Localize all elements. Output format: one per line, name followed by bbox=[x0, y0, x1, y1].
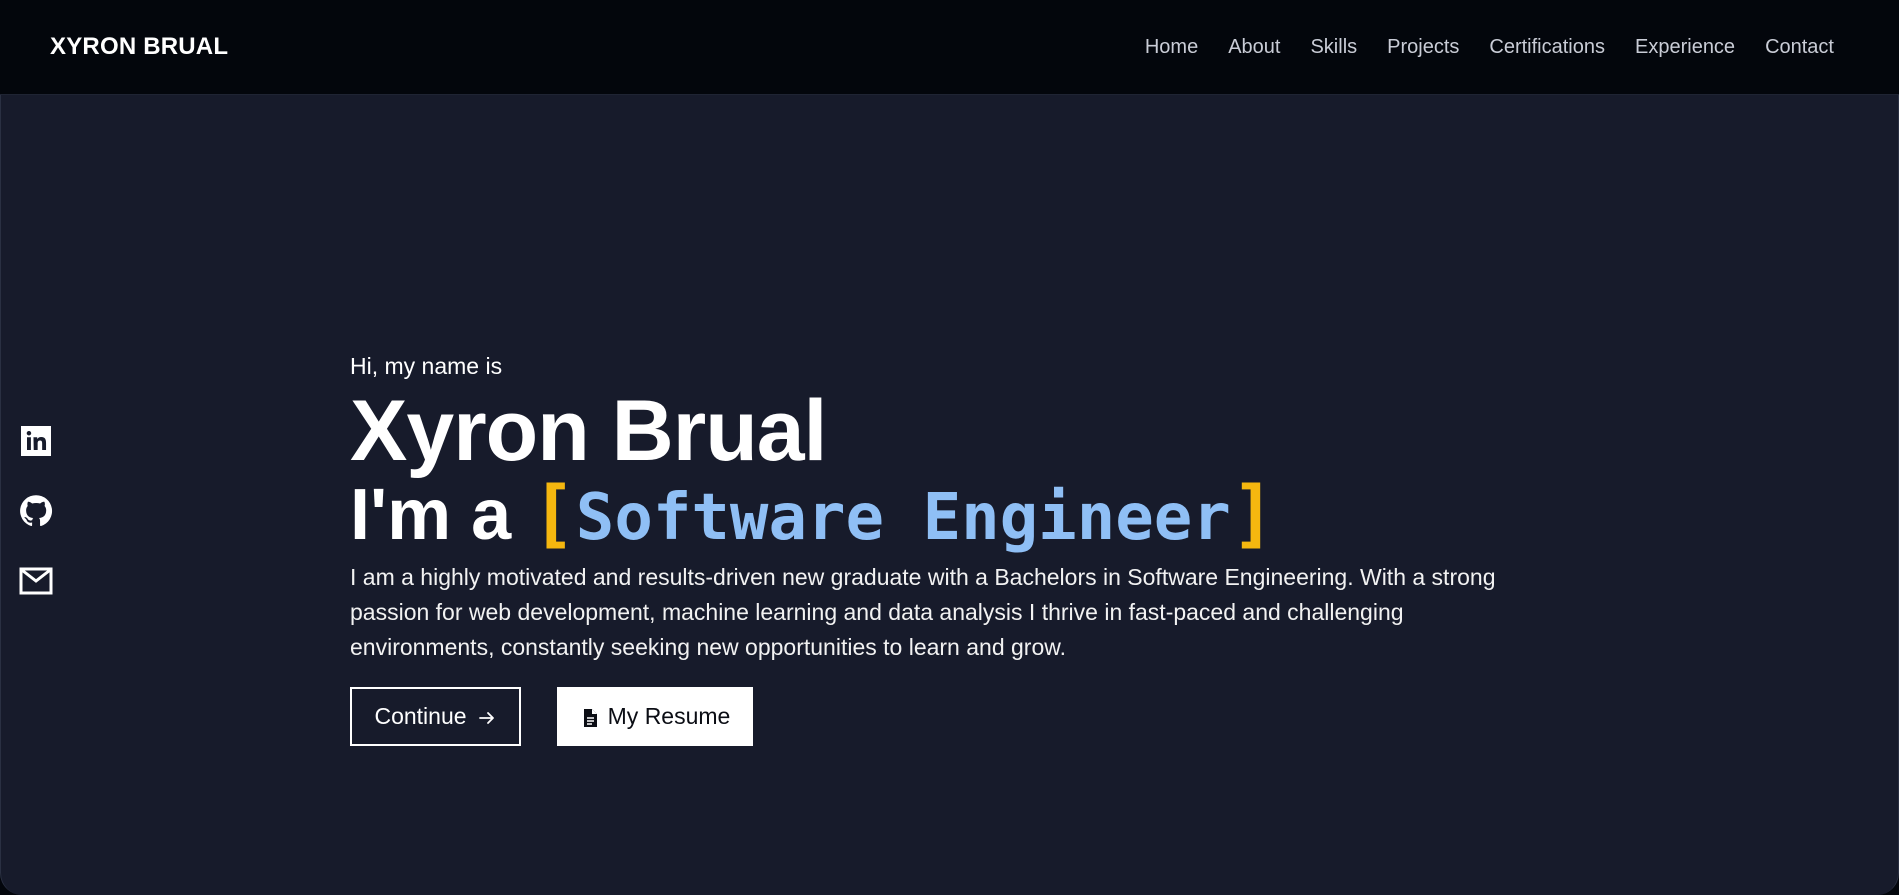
nav-link-home[interactable]: Home bbox=[1145, 36, 1198, 59]
navbar: XYRON BRUAL Home About Skills Projects C… bbox=[0, 0, 1899, 95]
nav-link-contact[interactable]: Contact bbox=[1765, 36, 1834, 59]
bracket-close: ] bbox=[1230, 471, 1276, 557]
nav-link-experience[interactable]: Experience bbox=[1635, 36, 1735, 59]
nav-link-certifications[interactable]: Certifications bbox=[1489, 36, 1605, 59]
hero-content: Hi, my name is Xyron Brual I'm a [Softwa… bbox=[350, 353, 1550, 746]
github-icon[interactable] bbox=[18, 493, 54, 529]
mail-icon[interactable] bbox=[18, 563, 54, 599]
continue-button[interactable]: Continue bbox=[350, 687, 521, 746]
resume-label: My Resume bbox=[607, 703, 731, 729]
nav-link-projects[interactable]: Projects bbox=[1387, 36, 1459, 59]
nav-links: Home About Skills Projects Certification… bbox=[1115, 36, 1834, 59]
nav-link-about[interactable]: About bbox=[1228, 36, 1280, 59]
document-icon bbox=[580, 707, 600, 727]
bracket-open: [ bbox=[531, 471, 576, 557]
hero-section: Hi, my name is Xyron Brual I'm a [Softwa… bbox=[0, 95, 1899, 895]
bio-text: I am a highly motivated and results-driv… bbox=[350, 564, 1496, 660]
hero-buttons: Continue My Resume bbox=[350, 687, 1550, 746]
greeting-text: Hi, my name is bbox=[350, 353, 503, 379]
hero-name: Xyron Brual bbox=[350, 383, 827, 479]
role-line: I'm a [Software Engineer] bbox=[350, 474, 1550, 558]
linkedin-icon[interactable] bbox=[18, 423, 54, 459]
continue-label: Continue bbox=[374, 703, 467, 729]
nav-link-skills[interactable]: Skills bbox=[1310, 36, 1357, 59]
brand-logo[interactable]: XYRON BRUAL bbox=[50, 33, 228, 61]
arrow-right-icon bbox=[477, 707, 497, 727]
role-prefix: I'm a bbox=[350, 475, 512, 555]
social-links bbox=[1, 405, 71, 617]
resume-button[interactable]: My Resume bbox=[557, 687, 753, 746]
role-text: Software Engineer bbox=[575, 481, 1231, 555]
